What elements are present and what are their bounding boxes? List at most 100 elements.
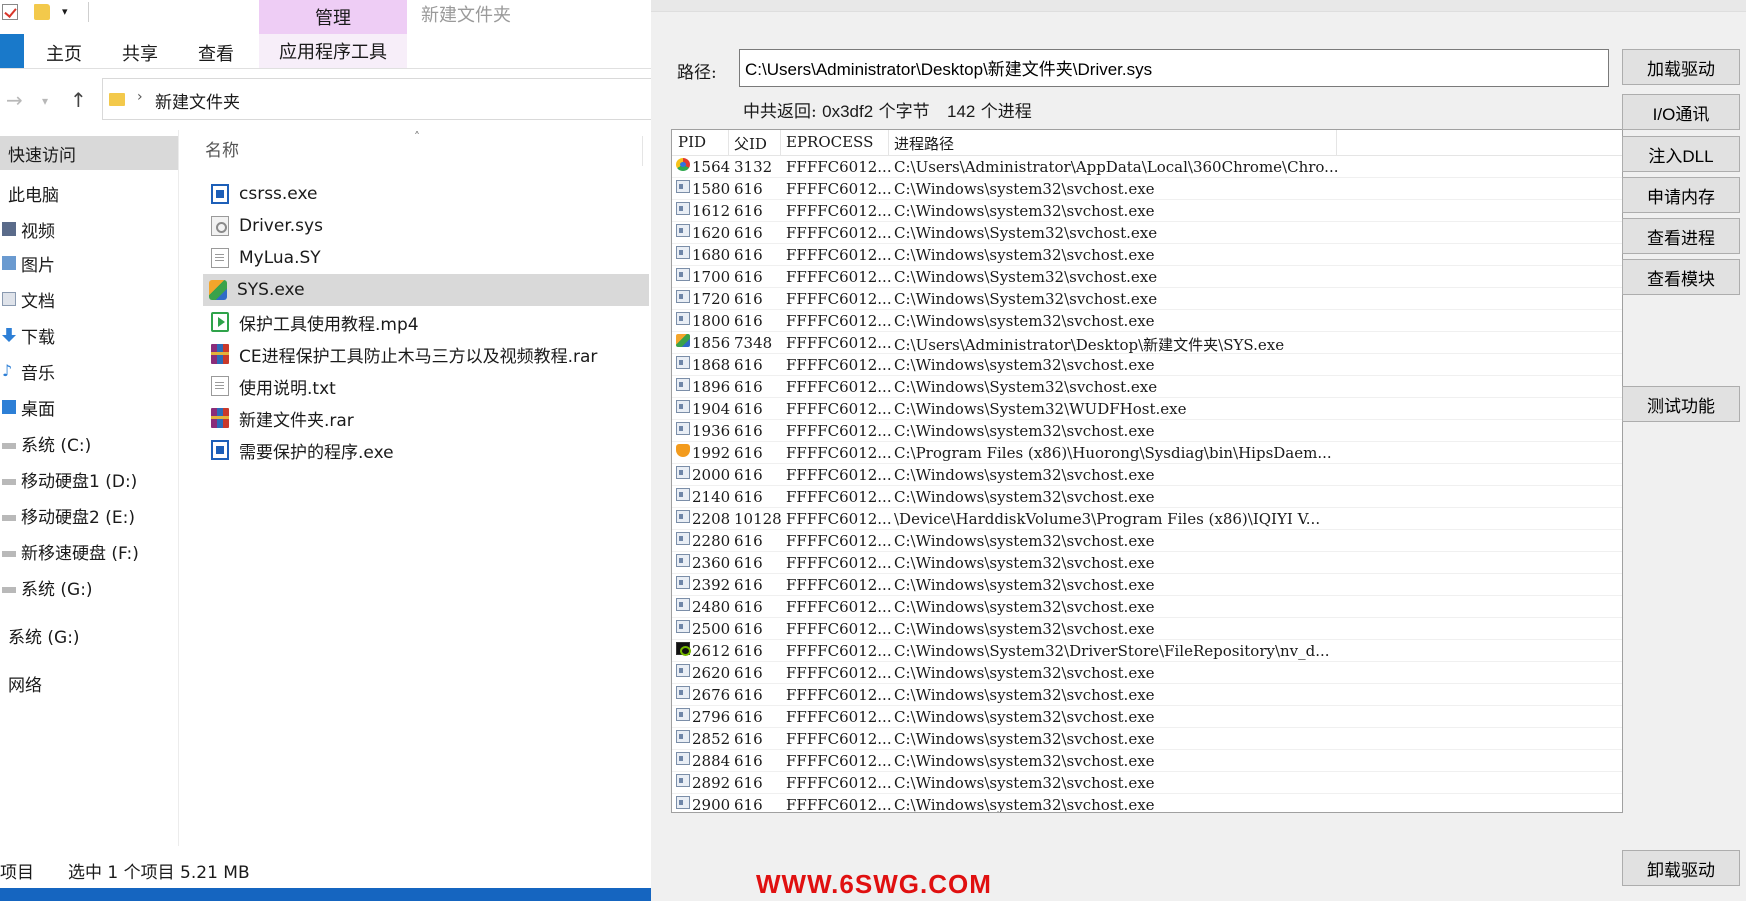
column-header-eprocess[interactable]: EPROCESS (786, 133, 873, 151)
process-row[interactable]: 2500 616 FFFFC6012... C:\Windows\system32\s… (672, 618, 1622, 640)
process-row[interactable]: 2612 616 FFFFC6012... C:\Windows\System32\D… (672, 640, 1622, 662)
forward-arrow-icon[interactable]: → (6, 88, 23, 112)
unload-driver-button[interactable]: 卸载驱动 (1622, 850, 1740, 886)
file-row-folder-rar[interactable]: 新建文件夹.rar (205, 402, 651, 434)
file-row-protected-exe[interactable]: 需要保护的程序.exe (205, 434, 651, 466)
process-list[interactable]: PID 父ID EPROCESS 进程路径 1564 3132 FFFFC6012.… (671, 129, 1623, 813)
process-row[interactable]: 1868 616 FFFFC6012... C:\Windows\system32\s… (672, 354, 1622, 376)
process-row[interactable]: 1896 616 FFFFC6012... C:\Windows\System32\s… (672, 376, 1622, 398)
ribbon-tab-share[interactable]: 共享 (122, 40, 158, 66)
address-bar[interactable]: › 新建文件夹 (102, 78, 651, 120)
column-header-pid[interactable]: PID (678, 133, 706, 151)
process-path: C:\Windows\System32\svchost.exe (894, 268, 1158, 286)
pane-splitter[interactable] (178, 130, 179, 846)
process-row[interactable]: 2796 616 FFFFC6012... C:\Windows\system32\s… (672, 706, 1622, 728)
nav-item-network[interactable]: 网络 (0, 666, 178, 700)
properties-check-icon[interactable] (2, 4, 18, 20)
process-row[interactable]: 1580 616 FFFFC6012... C:\Windows\system32\s… (672, 178, 1622, 200)
customize-toolbar-dropdown-icon[interactable]: ▾ (62, 5, 68, 18)
nav-item-drive-d[interactable]: 移动硬盘1 (D:) (0, 462, 178, 496)
column-header-parent-id[interactable]: 父ID (734, 133, 767, 154)
file-row-csrss-exe[interactable]: csrss.exe (205, 178, 651, 210)
process-row[interactable]: 2140 616 FFFFC6012... C:\Windows\system32\s… (672, 486, 1622, 508)
column-header-name[interactable]: 名称 (205, 136, 239, 166)
process-row[interactable]: 1992 616 FFFFC6012... C:\Program Files (x86… (672, 442, 1622, 464)
nav-item-drive-e[interactable]: 移动硬盘2 (E:) (0, 498, 178, 532)
file-name: CE进程保护工具防止木马三方以及视频教程.rar (239, 346, 598, 367)
view-process-button[interactable]: 查看进程 (1622, 218, 1740, 254)
file-row-sys-exe[interactable]: SYS.exe (203, 274, 649, 306)
process-row[interactable]: 1564 3132 FFFFC6012... C:\Users\Administrat… (672, 156, 1622, 178)
nav-item-drive-g[interactable]: 系统 (G:) (0, 570, 178, 604)
nav-item-quick-access[interactable]: 快速访问 (0, 136, 178, 170)
ribbon-tab-home[interactable]: 主页 (46, 40, 82, 66)
process-row[interactable]: 1700 616 FFFFC6012... C:\Windows\System32\s… (672, 266, 1622, 288)
nav-item-drive-c[interactable]: 系统 (C:) (0, 426, 178, 460)
nav-item-this-pc[interactable]: 此电脑 (0, 176, 178, 210)
breadcrumb-current-folder[interactable]: 新建文件夹 (155, 88, 240, 113)
ribbon-tab-app-tools[interactable]: 应用程序工具 (259, 34, 407, 68)
process-row[interactable]: 2280 616 FFFFC6012... C:\Windows\system32\s… (672, 530, 1622, 552)
nav-item-documents[interactable]: 文档 (0, 282, 178, 316)
file-row-driver-sys[interactable]: Driver.sys (205, 210, 651, 242)
archive-file-icon (211, 344, 229, 364)
file-row-readme-txt[interactable]: 使用说明.txt (205, 370, 651, 402)
process-row[interactable]: 2892 616 FFFFC6012... C:\Windows\system32\s… (672, 772, 1622, 794)
process-parent-id: 616 (734, 730, 763, 748)
recent-locations-chevron-icon[interactable]: ▾ (42, 94, 48, 108)
process-row[interactable]: 2900 616 FFFFC6012... C:\Windows\system32\s… (672, 794, 1622, 812)
nav-item-downloads[interactable]: 下载 (0, 318, 178, 352)
nav-item-desktop[interactable]: 桌面 (0, 390, 178, 424)
driver-path-input[interactable]: C:\Users\Administrator\Desktop\新建文件夹\Dri… (739, 49, 1609, 87)
ribbon-file-tab[interactable] (0, 34, 24, 68)
process-row[interactable]: 2852 616 FFFFC6012... C:\Windows\system32\s… (672, 728, 1622, 750)
view-module-button[interactable]: 查看模块 (1622, 259, 1740, 295)
column-divider[interactable] (642, 136, 643, 166)
breadcrumb-chevron-icon[interactable]: › (137, 89, 143, 105)
process-row[interactable]: 2360 616 FFFFC6012... C:\Windows\system32\s… (672, 552, 1622, 574)
process-row[interactable]: 1612 616 FFFFC6012... C:\Windows\system32\s… (672, 200, 1622, 222)
process-row[interactable]: 1856 7348 FFFFC6012... C:\Users\Administrat… (672, 332, 1622, 354)
process-row[interactable]: 1936 616 FFFFC6012... C:\Windows\system32\s… (672, 420, 1622, 442)
column-divider[interactable] (728, 130, 729, 156)
process-eprocess: FFFFC6012... (786, 246, 892, 264)
file-row-mylua-sy[interactable]: MyLua.SY (205, 242, 651, 274)
load-driver-button[interactable]: 加载驱动 (1622, 49, 1740, 85)
process-row[interactable]: 2480 616 FFFFC6012... C:\Windows\system32\s… (672, 596, 1622, 618)
process-row[interactable]: 1620 616 FFFFC6012... C:\Windows\System32\s… (672, 222, 1622, 244)
test-function-button[interactable]: 测试功能 (1622, 386, 1740, 422)
process-row[interactable]: 1800 616 FFFFC6012... C:\Windows\system32\s… (672, 310, 1622, 332)
file-row-tutorial-mp4[interactable]: 保护工具使用教程.mp4 (205, 306, 651, 338)
new-folder-icon[interactable] (34, 4, 50, 20)
process-row[interactable]: 1720 616 FFFFC6012... C:\Windows\System32\s… (672, 288, 1622, 310)
process-row[interactable]: 2676 616 FFFFC6012... C:\Windows\system32\s… (672, 684, 1622, 706)
nav-item-drive-f[interactable]: 新移速硬盘 (F:) (0, 534, 178, 568)
nav-item-music[interactable]: ♪ 音乐 (0, 354, 178, 388)
column-header-process-path[interactable]: 进程路径 (894, 133, 954, 154)
process-row[interactable]: 2208 10128 FFFFC6012... \Device\HarddiskVol… (672, 508, 1622, 530)
up-arrow-icon[interactable]: ↑ (70, 88, 87, 112)
inject-dll-button[interactable]: 注入DLL (1622, 136, 1740, 172)
file-row-ce-rar[interactable]: CE进程保护工具防止木马三方以及视频教程.rar (205, 338, 651, 370)
column-divider[interactable] (1336, 130, 1337, 156)
process-pid: 1580 (692, 180, 731, 198)
process-row[interactable]: 2884 616 FFFFC6012... C:\Windows\system32\s… (672, 750, 1622, 772)
file-name: SYS.exe (237, 280, 305, 300)
column-divider[interactable] (780, 130, 781, 156)
allocate-memory-button[interactable]: 申请内存 (1622, 177, 1740, 213)
process-eprocess: FFFFC6012... (786, 356, 892, 374)
io-communication-button[interactable]: I/O通讯 (1622, 94, 1740, 130)
process-eprocess: FFFFC6012... (786, 664, 892, 682)
nav-item-drive-g-root[interactable]: 系统 (G:) (0, 618, 178, 652)
nav-item-pictures[interactable]: 图片 (0, 246, 178, 280)
process-row[interactable]: 1680 616 FFFFC6012... C:\Windows\system32\s… (672, 244, 1622, 266)
process-row[interactable]: 2392 616 FFFFC6012... C:\Windows\system32\s… (672, 574, 1622, 596)
drive-icon (2, 479, 16, 485)
ribbon-manage-context-tab[interactable]: 管理 (259, 0, 407, 34)
ribbon-tab-view[interactable]: 查看 (198, 40, 234, 66)
process-row[interactable]: 1904 616 FFFFC6012... C:\Windows\System32\W… (672, 398, 1622, 420)
process-row[interactable]: 2000 616 FFFFC6012... C:\Windows\system32\s… (672, 464, 1622, 486)
process-row[interactable]: 2620 616 FFFFC6012... C:\Windows\system32\s… (672, 662, 1622, 684)
column-divider[interactable] (888, 130, 889, 156)
nav-item-videos[interactable]: 视频 (0, 212, 178, 246)
